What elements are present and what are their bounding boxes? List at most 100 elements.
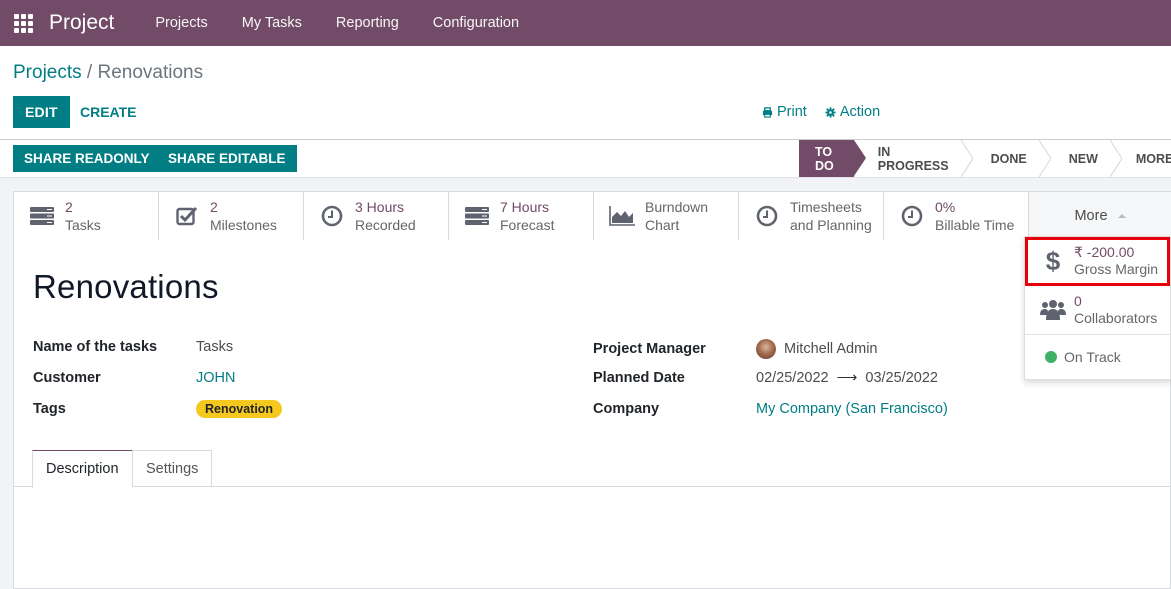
stage-label: DONE <box>990 151 1027 166</box>
stage-in-progress[interactable]: IN PROGRESS <box>854 140 973 177</box>
stage-pipeline: TO DO IN PROGRESS DONE NEW MORE <box>799 140 1171 177</box>
gross-margin-label: Gross Margin <box>1074 261 1159 277</box>
stat-value: 2 <box>210 199 218 215</box>
breadcrumb-projects[interactable]: Projects <box>13 62 82 83</box>
action-label: Action <box>839 104 881 120</box>
stage-label: TO DO <box>815 144 834 173</box>
record-title: Renovations <box>33 268 219 305</box>
edit-button[interactable]: EDIT <box>13 96 70 128</box>
stat-button-timesheets-planning[interactable]: Timesheets and Planning <box>739 192 884 240</box>
field-task-name: Name of the tasks Tasks <box>33 339 233 355</box>
field-customer: Customer JOHN <box>33 370 235 386</box>
more-label: More <box>1074 207 1108 224</box>
gear-icon <box>825 106 836 118</box>
field-planned-date: Planned Date 02/25/2022 ⟶ 03/25/2022 <box>593 370 938 386</box>
stat-value: 0% <box>935 199 956 215</box>
caret-up-icon <box>1117 213 1126 218</box>
stat-label: Recorded <box>355 217 416 233</box>
tab-settings[interactable]: Settings <box>132 450 213 487</box>
tab-label: Description <box>46 461 119 477</box>
stat-button-tasks[interactable]: 2 Tasks <box>14 192 159 240</box>
planned-date-end[interactable]: 03/25/2022 <box>865 370 938 386</box>
field-company: Company My Company (San Francisco) <box>593 401 948 417</box>
planned-date-start[interactable]: 02/25/2022 <box>756 370 829 386</box>
stage-done[interactable]: DONE <box>967 140 1051 177</box>
gross-margin-button[interactable]: $ ₹ -200.00 Gross Margin <box>1025 237 1170 286</box>
stage-new[interactable]: NEW <box>1045 140 1122 177</box>
nav-my-tasks[interactable]: My Tasks <box>225 15 319 31</box>
nav-configuration[interactable]: Configuration <box>416 15 536 31</box>
share-readonly-button[interactable]: SHARE READONLY <box>13 145 161 172</box>
notebook-tabs: Description Settings <box>14 450 1171 488</box>
create-button[interactable]: CREATE <box>71 96 146 128</box>
tab-description[interactable]: Description <box>32 450 133 488</box>
collaborators-label: Collaborators <box>1074 310 1158 326</box>
project-status-button[interactable]: On Track <box>1025 335 1170 379</box>
control-panel: Projects / Renovations EDIT CREATE Print… <box>0 46 1171 140</box>
stage-more-dropdown[interactable]: MORE <box>1116 140 1171 177</box>
nav-reporting[interactable]: Reporting <box>319 15 416 31</box>
form-sheet: 2 Tasks 2 Milestones 3 Hours Recorded 7 Hou… <box>13 191 1171 589</box>
apps-menu-icon[interactable] <box>12 12 34 34</box>
field-label: Company <box>593 401 660 417</box>
area-chart-icon <box>609 205 635 227</box>
action-menu[interactable]: Action <box>825 104 880 120</box>
svg-text:$: $ <box>1046 248 1061 274</box>
stage-label: MORE <box>1135 151 1171 166</box>
stage-label: IN PROGRESS <box>877 144 949 173</box>
breadcrumb-current: Renovations <box>97 62 204 83</box>
more-stats-button[interactable]: More <box>1029 192 1171 239</box>
project-manager-value[interactable]: Mitchell Admin <box>784 341 877 357</box>
stat-label: Tasks <box>65 217 101 233</box>
users-icon <box>1040 299 1066 321</box>
clock-icon <box>319 205 345 227</box>
breadcrumb: Projects / Renovations <box>13 62 203 84</box>
stat-button-billable-time[interactable]: 0% Billable Time <box>884 192 1029 240</box>
field-tags: Tags Renovation <box>33 400 283 418</box>
customer-link[interactable]: JOHN <box>196 370 235 386</box>
stat-label: Billable Time <box>935 217 1015 233</box>
nav-projects[interactable]: Projects <box>138 15 224 31</box>
breadcrumb-separator: / <box>86 62 93 83</box>
stat-button-burndown-chart[interactable]: Burndown Chart <box>594 192 739 240</box>
stat-button-hours-forecast[interactable]: 7 Hours Forecast <box>449 192 594 240</box>
tab-label: Settings <box>146 461 199 477</box>
field-label: Tags <box>33 401 66 417</box>
status-dot-icon <box>1045 351 1057 363</box>
arrow-right-icon: ⟶ <box>836 370 858 386</box>
status-label: On Track <box>1064 348 1121 365</box>
field-label: Project Manager <box>593 341 706 357</box>
task-name-value[interactable]: Tasks <box>196 339 233 355</box>
tasks-icon <box>29 205 55 227</box>
print-icon <box>762 106 773 118</box>
gross-margin-value: ₹ -200.00 <box>1074 244 1135 260</box>
stat-label: Forecast <box>500 217 555 233</box>
stat-button-milestones[interactable]: 2 Milestones <box>159 192 304 240</box>
form-statusbar: SHARE READONLY SHARE EDITABLE TO DO IN P… <box>0 140 1171 178</box>
avatar <box>756 339 776 359</box>
stat-label: Chart <box>645 217 680 233</box>
stat-value: 7 Hours <box>500 199 550 215</box>
field-project-manager: Project Manager Mitchell Admin <box>593 339 877 359</box>
tasks-icon <box>464 205 490 227</box>
stage-label: NEW <box>1068 151 1098 166</box>
field-label: Planned Date <box>593 370 685 386</box>
stat-value: 2 <box>65 199 73 215</box>
dollar-icon: $ <box>1040 248 1066 274</box>
print-menu[interactable]: Print <box>762 104 807 120</box>
stat-button-hours-recorded[interactable]: 3 Hours Recorded <box>304 192 449 240</box>
tag-badge[interactable]: Renovation <box>196 400 283 418</box>
stat-label: Timesheets <box>790 199 862 215</box>
action-menus: Print Action <box>762 104 880 120</box>
share-editable-button[interactable]: SHARE EDITABLE <box>157 145 297 172</box>
clock-icon <box>754 205 780 227</box>
stage-to-do[interactable]: TO DO <box>799 140 866 177</box>
smart-button-box: 2 Tasks 2 Milestones 3 Hours Recorded 7 Hou… <box>14 192 1171 240</box>
collaborators-button[interactable]: 0 Collaborators <box>1025 286 1170 335</box>
field-label: Name of the tasks <box>33 339 158 355</box>
print-label: Print <box>777 104 807 120</box>
company-link[interactable]: My Company (San Francisco) <box>756 401 948 417</box>
stat-label: Milestones <box>210 217 277 233</box>
clock-icon <box>899 205 925 227</box>
app-name[interactable]: Project <box>49 11 114 35</box>
